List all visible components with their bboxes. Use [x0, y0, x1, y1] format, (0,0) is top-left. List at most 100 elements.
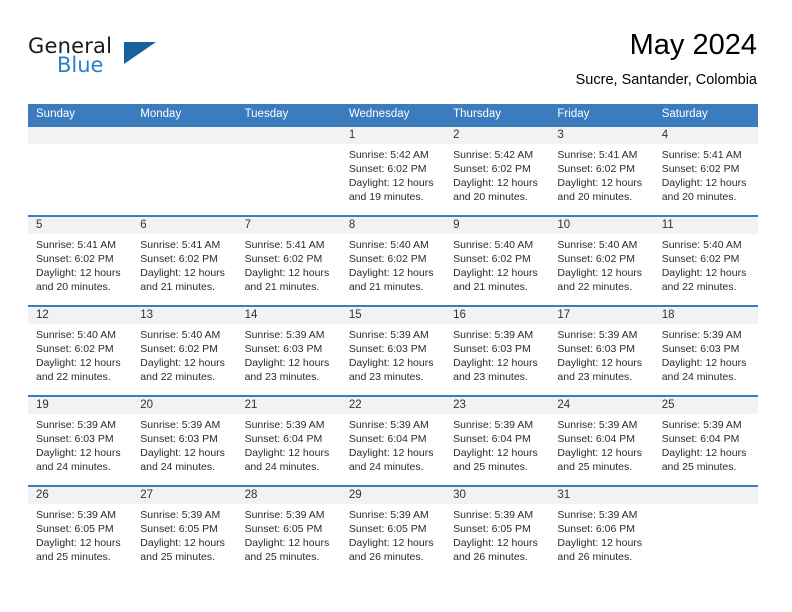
daylight-text-line1: Daylight: 12 hours	[661, 447, 747, 459]
sunrise-text: Sunrise: 5:39 AM	[453, 419, 534, 431]
daylight-text-line1: Daylight: 12 hours	[557, 357, 643, 369]
sunrise-text: Sunrise: 5:39 AM	[36, 509, 116, 521]
daylight-text-line2: and 24 minutes.	[36, 461, 111, 473]
day-cell[interactable]: 30 Sunrise: 5:39 AM Sunset: 6:05 PM Dayl…	[445, 487, 550, 575]
sunset-text: Sunset: 6:03 PM	[557, 343, 636, 355]
day-number: 12	[28, 307, 133, 324]
daylight-text-line2: and 26 minutes.	[453, 551, 528, 563]
sunrise-text: Sunrise: 5:39 AM	[348, 329, 429, 341]
sunrise-text: Sunrise: 5:39 AM	[453, 329, 534, 341]
sunset-text: Sunset: 6:06 PM	[557, 523, 636, 535]
daylight-text-line1: Daylight: 12 hours	[140, 537, 225, 549]
location-subtitle: Sucre, Santander, Colombia	[575, 72, 757, 88]
weekday-header-row: Sunday Monday Tuesday Wednesday Thursday…	[28, 104, 758, 125]
daylight-text-line2: and 23 minutes.	[453, 371, 528, 383]
day-cell[interactable]: 5 Sunrise: 5:41 AM Sunset: 6:02 PM Dayli…	[28, 217, 133, 305]
day-cell[interactable]: 12 Sunrise: 5:40 AM Sunset: 6:02 PM Dayl…	[28, 307, 133, 395]
sunrise-text: Sunrise: 5:39 AM	[348, 419, 429, 431]
day-cell[interactable]: 19 Sunrise: 5:39 AM Sunset: 6:03 PM Dayl…	[28, 397, 133, 485]
day-cell[interactable]: 1 Sunrise: 5:42 AM Sunset: 6:02 PM Dayli…	[340, 127, 446, 215]
daylight-text-line1: Daylight: 12 hours	[36, 357, 121, 369]
sunrise-text: Sunrise: 5:41 AM	[557, 149, 638, 161]
day-details: Sunrise: 5:40 AM Sunset: 6:02 PM Dayligh…	[28, 324, 132, 384]
daylight-text-line2: and 20 minutes.	[36, 281, 111, 293]
day-cell[interactable]: 18 Sunrise: 5:39 AM Sunset: 6:03 PM Dayl…	[653, 307, 758, 395]
day-number: 20	[132, 397, 237, 414]
sunset-text: Sunset: 6:02 PM	[453, 253, 531, 265]
sunset-text: Sunset: 6:04 PM	[348, 433, 427, 445]
day-number: 8	[340, 217, 446, 234]
sunrise-text: Sunrise: 5:41 AM	[244, 239, 325, 251]
day-cell[interactable]: 14 Sunrise: 5:39 AM Sunset: 6:03 PM Dayl…	[236, 307, 341, 395]
daylight-text-line2: and 26 minutes.	[348, 551, 424, 563]
day-cell[interactable]: 7 Sunrise: 5:41 AM Sunset: 6:02 PM Dayli…	[236, 217, 341, 305]
sunset-text: Sunset: 6:04 PM	[661, 433, 740, 445]
calendar-page: General Blue May 2024 Sucre, Santander, …	[0, 0, 792, 612]
day-cell[interactable]: 31 Sunrise: 5:39 AM Sunset: 6:06 PM Dayl…	[549, 487, 654, 575]
brand-logo[interactable]: General Blue	[28, 34, 248, 86]
sunrise-text: Sunrise: 5:39 AM	[661, 419, 742, 431]
day-cell[interactable]: 16 Sunrise: 5:39 AM Sunset: 6:03 PM Dayl…	[445, 307, 550, 395]
day-cell	[132, 127, 237, 215]
day-cell[interactable]: 24 Sunrise: 5:39 AM Sunset: 6:04 PM Dayl…	[549, 397, 654, 485]
day-details: Sunrise: 5:39 AM Sunset: 6:03 PM Dayligh…	[237, 324, 341, 384]
day-cell[interactable]: 15 Sunrise: 5:39 AM Sunset: 6:03 PM Dayl…	[340, 307, 446, 395]
day-cell[interactable]: 28 Sunrise: 5:39 AM Sunset: 6:05 PM Dayl…	[236, 487, 341, 575]
day-details: Sunrise: 5:39 AM Sunset: 6:03 PM Dayligh…	[28, 414, 132, 474]
sunrise-text: Sunrise: 5:40 AM	[661, 239, 742, 251]
day-details: Sunrise: 5:39 AM Sunset: 6:05 PM Dayligh…	[341, 504, 445, 564]
daylight-text-line1: Daylight: 12 hours	[348, 177, 434, 189]
day-number	[28, 127, 133, 144]
day-cell[interactable]: 11 Sunrise: 5:40 AM Sunset: 6:02 PM Dayl…	[653, 217, 758, 305]
day-cell[interactable]: 10 Sunrise: 5:40 AM Sunset: 6:02 PM Dayl…	[549, 217, 654, 305]
daylight-text-line1: Daylight: 12 hours	[140, 267, 225, 279]
sunset-text: Sunset: 6:02 PM	[557, 253, 636, 265]
day-cell[interactable]: 29 Sunrise: 5:39 AM Sunset: 6:05 PM Dayl…	[340, 487, 446, 575]
sunset-text: Sunset: 6:02 PM	[140, 253, 218, 265]
daylight-text-line2: and 20 minutes.	[453, 191, 528, 203]
daylight-text-line2: and 25 minutes.	[453, 461, 528, 473]
day-cell[interactable]: 26 Sunrise: 5:39 AM Sunset: 6:05 PM Dayl…	[28, 487, 133, 575]
sunrise-text: Sunrise: 5:39 AM	[36, 419, 116, 431]
day-details: Sunrise: 5:41 AM Sunset: 6:02 PM Dayligh…	[237, 234, 341, 294]
day-cell[interactable]: 23 Sunrise: 5:39 AM Sunset: 6:04 PM Dayl…	[445, 397, 550, 485]
day-number: 9	[445, 217, 550, 234]
day-cell[interactable]: 8 Sunrise: 5:40 AM Sunset: 6:02 PM Dayli…	[340, 217, 446, 305]
day-cell[interactable]: 9 Sunrise: 5:40 AM Sunset: 6:02 PM Dayli…	[445, 217, 550, 305]
daylight-text-line2: and 23 minutes.	[244, 371, 320, 383]
day-details: Sunrise: 5:39 AM Sunset: 6:06 PM Dayligh…	[549, 504, 653, 564]
day-cell[interactable]: 21 Sunrise: 5:39 AM Sunset: 6:04 PM Dayl…	[236, 397, 341, 485]
day-details: Sunrise: 5:40 AM Sunset: 6:02 PM Dayligh…	[341, 234, 445, 294]
day-number: 17	[549, 307, 654, 324]
day-number: 21	[236, 397, 341, 414]
day-cell[interactable]: 17 Sunrise: 5:39 AM Sunset: 6:03 PM Dayl…	[549, 307, 654, 395]
daylight-text-line2: and 25 minutes.	[140, 551, 215, 563]
day-details: Sunrise: 5:41 AM Sunset: 6:02 PM Dayligh…	[132, 234, 236, 294]
day-cell[interactable]: 22 Sunrise: 5:39 AM Sunset: 6:04 PM Dayl…	[340, 397, 446, 485]
weekday-header-tuesday: Tuesday	[244, 108, 289, 120]
day-cell[interactable]: 2 Sunrise: 5:42 AM Sunset: 6:02 PM Dayli…	[445, 127, 550, 215]
daylight-text-line2: and 24 minutes.	[348, 461, 424, 473]
sunrise-text: Sunrise: 5:40 AM	[36, 329, 116, 341]
daylight-text-line2: and 22 minutes.	[140, 371, 215, 383]
day-cell[interactable]: 6 Sunrise: 5:41 AM Sunset: 6:02 PM Dayli…	[132, 217, 237, 305]
daylight-text-line1: Daylight: 12 hours	[557, 177, 643, 189]
daylight-text-line2: and 25 minutes.	[661, 461, 737, 473]
sunrise-text: Sunrise: 5:39 AM	[244, 509, 325, 521]
page-header: General Blue May 2024 Sucre, Santander, …	[28, 28, 757, 98]
day-cell[interactable]: 4 Sunrise: 5:41 AM Sunset: 6:02 PM Dayli…	[653, 127, 758, 215]
daylight-text-line2: and 20 minutes.	[557, 191, 633, 203]
day-cell[interactable]: 3 Sunrise: 5:41 AM Sunset: 6:02 PM Dayli…	[549, 127, 654, 215]
day-details: Sunrise: 5:39 AM Sunset: 6:04 PM Dayligh…	[549, 414, 653, 474]
day-cell[interactable]: 25 Sunrise: 5:39 AM Sunset: 6:04 PM Dayl…	[653, 397, 758, 485]
day-cell	[28, 127, 133, 215]
day-cell[interactable]: 13 Sunrise: 5:40 AM Sunset: 6:02 PM Dayl…	[132, 307, 237, 395]
day-cell[interactable]: 27 Sunrise: 5:39 AM Sunset: 6:05 PM Dayl…	[132, 487, 237, 575]
day-details: Sunrise: 5:40 AM Sunset: 6:02 PM Dayligh…	[654, 234, 758, 294]
daylight-text-line2: and 21 minutes.	[140, 281, 215, 293]
sunset-text: Sunset: 6:02 PM	[557, 163, 636, 175]
sunrise-text: Sunrise: 5:39 AM	[244, 419, 325, 431]
day-cell[interactable]: 20 Sunrise: 5:39 AM Sunset: 6:03 PM Dayl…	[132, 397, 237, 485]
sunset-text: Sunset: 6:03 PM	[661, 343, 740, 355]
day-details: Sunrise: 5:39 AM Sunset: 6:04 PM Dayligh…	[654, 414, 758, 474]
